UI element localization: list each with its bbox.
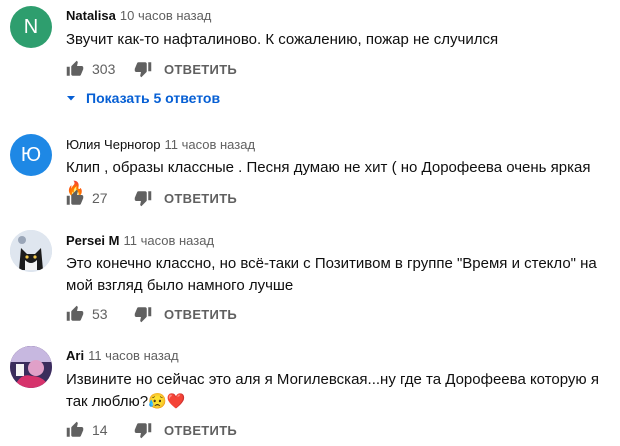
- comment-text: Извините но сейчас это аля я Могилевская…: [66, 371, 599, 410]
- comment-header: Natalisa 10 часов назад: [66, 8, 211, 23]
- reply-button[interactable]: ОТВЕТИТЬ: [164, 423, 237, 438]
- comment-header: Ari 11 часов назад: [66, 348, 179, 363]
- timestamp[interactable]: 10 часов назад: [120, 8, 212, 23]
- avatar[interactable]: Ю: [10, 134, 52, 176]
- timestamp[interactable]: 11 часов назад: [165, 137, 256, 152]
- reply-button[interactable]: ОТВЕТИТЬ: [164, 191, 237, 206]
- comment-actions: 14 ОТВЕТИТЬ: [66, 421, 237, 439]
- thumbs-down-icon[interactable]: [134, 60, 152, 78]
- comment-text: Звучит как-то нафталиново. К сожалению, …: [66, 31, 499, 48]
- reply-button[interactable]: ОТВЕТИТЬ: [164, 62, 237, 77]
- timestamp[interactable]: 11 часов назад: [123, 233, 214, 248]
- comment-actions: 53 ОТВЕТИТЬ: [66, 305, 237, 323]
- author-name[interactable]: Ari: [66, 348, 84, 363]
- user-avatar-image: [10, 346, 52, 388]
- like-count: 27: [92, 190, 108, 206]
- comment-actions: 27 ОТВЕТИТЬ: [66, 189, 237, 207]
- like-count: 14: [92, 422, 108, 438]
- like-count: 303: [92, 61, 116, 77]
- author-name[interactable]: Natalisa: [66, 8, 116, 23]
- thumbs-up-icon[interactable]: [66, 60, 84, 78]
- caret-down-icon: [66, 93, 76, 103]
- thumbs-down-icon[interactable]: [134, 189, 152, 207]
- show-replies-label: Показать 5 ответов: [86, 90, 221, 106]
- like-count: 53: [92, 306, 108, 322]
- reply-button[interactable]: ОТВЕТИТЬ: [164, 307, 237, 322]
- avatar[interactable]: [10, 346, 52, 388]
- avatar-letter: Ю: [20, 143, 42, 166]
- avatar-letter: N: [23, 15, 39, 38]
- avatar[interactable]: [10, 230, 52, 272]
- author-name[interactable]: Persei M: [66, 233, 119, 248]
- comment-header: Persei M 11 часов назад: [66, 233, 214, 248]
- thumbs-up-icon[interactable]: [66, 189, 84, 207]
- comment-header: Юлия Черногор 11 часов назад: [66, 137, 255, 152]
- timestamp[interactable]: 11 часов назад: [88, 348, 179, 363]
- cat-avatar-image: [10, 230, 52, 272]
- comment-actions: 303 ОТВЕТИТЬ: [66, 60, 237, 78]
- thumbs-down-icon[interactable]: [134, 305, 152, 323]
- show-replies-button[interactable]: Показать 5 ответов: [66, 90, 220, 106]
- comment-text: Это конечно классно, но всё-таки с Позит…: [66, 255, 597, 294]
- thumbs-down-icon[interactable]: [134, 421, 152, 439]
- thumbs-up-icon[interactable]: [66, 305, 84, 323]
- avatar[interactable]: N: [10, 6, 52, 48]
- thumbs-up-icon[interactable]: [66, 421, 84, 439]
- author-name[interactable]: Юлия Черногор: [66, 137, 161, 152]
